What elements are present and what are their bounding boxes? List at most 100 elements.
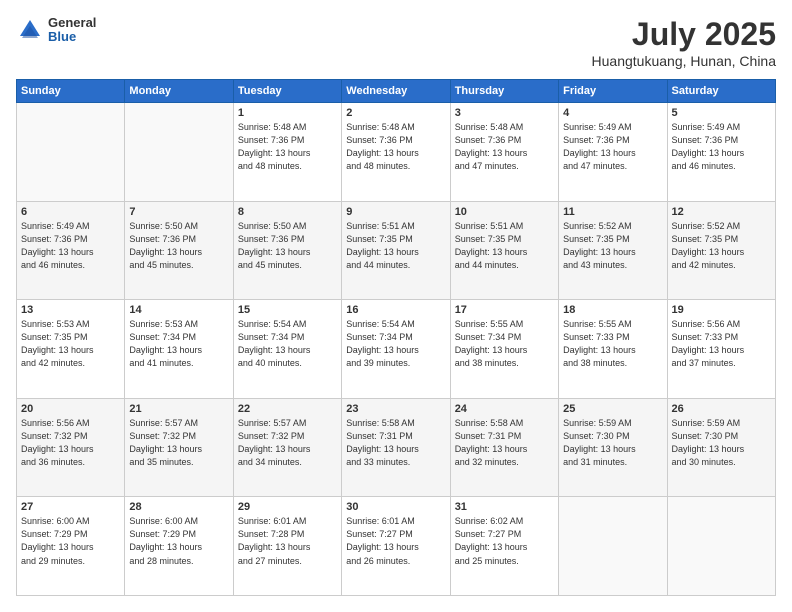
calendar-cell: 30 Sunrise: 6:01 AM Sunset: 7:27 PM Dayli… bbox=[342, 497, 450, 596]
day-info: Sunrise: 6:02 AM Sunset: 7:27 PM Dayligh… bbox=[455, 515, 554, 567]
week-row-4: 27 Sunrise: 6:00 AM Sunset: 7:29 PM Dayli… bbox=[17, 497, 776, 596]
day-info: Sunrise: 5:59 AM Sunset: 7:30 PM Dayligh… bbox=[563, 417, 662, 469]
calendar-table: SundayMondayTuesdayWednesdayThursdayFrid… bbox=[16, 79, 776, 596]
day-number: 31 bbox=[455, 501, 554, 513]
calendar-cell bbox=[559, 497, 667, 596]
day-number: 20 bbox=[21, 403, 120, 415]
day-info: Sunrise: 5:50 AM Sunset: 7:36 PM Dayligh… bbox=[238, 220, 337, 272]
day-info: Sunrise: 5:58 AM Sunset: 7:31 PM Dayligh… bbox=[346, 417, 445, 469]
day-number: 26 bbox=[672, 403, 771, 415]
calendar-cell bbox=[125, 103, 233, 202]
day-info: Sunrise: 5:49 AM Sunset: 7:36 PM Dayligh… bbox=[563, 121, 662, 173]
day-number: 12 bbox=[672, 206, 771, 218]
day-info: Sunrise: 5:50 AM Sunset: 7:36 PM Dayligh… bbox=[129, 220, 228, 272]
day-info: Sunrise: 5:48 AM Sunset: 7:36 PM Dayligh… bbox=[455, 121, 554, 173]
day-info: Sunrise: 5:56 AM Sunset: 7:32 PM Dayligh… bbox=[21, 417, 120, 469]
week-row-0: 1 Sunrise: 5:48 AM Sunset: 7:36 PM Daylig… bbox=[17, 103, 776, 202]
day-number: 3 bbox=[455, 107, 554, 119]
calendar-cell: 20 Sunrise: 5:56 AM Sunset: 7:32 PM Dayli… bbox=[17, 398, 125, 497]
day-number: 6 bbox=[21, 206, 120, 218]
day-info: Sunrise: 5:49 AM Sunset: 7:36 PM Dayligh… bbox=[21, 220, 120, 272]
day-number: 19 bbox=[672, 304, 771, 316]
day-info: Sunrise: 5:48 AM Sunset: 7:36 PM Dayligh… bbox=[346, 121, 445, 173]
calendar-cell: 6 Sunrise: 5:49 AM Sunset: 7:36 PM Daylig… bbox=[17, 201, 125, 300]
day-info: Sunrise: 6:00 AM Sunset: 7:29 PM Dayligh… bbox=[21, 515, 120, 567]
day-info: Sunrise: 5:55 AM Sunset: 7:33 PM Dayligh… bbox=[563, 318, 662, 370]
day-number: 21 bbox=[129, 403, 228, 415]
calendar-cell: 21 Sunrise: 5:57 AM Sunset: 7:32 PM Dayli… bbox=[125, 398, 233, 497]
calendar-cell: 17 Sunrise: 5:55 AM Sunset: 7:34 PM Dayli… bbox=[450, 300, 558, 399]
week-row-3: 20 Sunrise: 5:56 AM Sunset: 7:32 PM Dayli… bbox=[17, 398, 776, 497]
day-info: Sunrise: 5:56 AM Sunset: 7:33 PM Dayligh… bbox=[672, 318, 771, 370]
location-title: Huangtukuang, Hunan, China bbox=[592, 53, 776, 69]
calendar-header: SundayMondayTuesdayWednesdayThursdayFrid… bbox=[17, 80, 776, 103]
calendar-cell: 23 Sunrise: 5:58 AM Sunset: 7:31 PM Dayli… bbox=[342, 398, 450, 497]
month-title: July 2025 bbox=[592, 16, 776, 53]
calendar-cell: 26Sunrise: 5:59 AM Sunset: 7:30 PM Dayli… bbox=[667, 398, 775, 497]
day-info: Sunrise: 5:53 AM Sunset: 7:35 PM Dayligh… bbox=[21, 318, 120, 370]
calendar-cell bbox=[17, 103, 125, 202]
day-info: Sunrise: 6:01 AM Sunset: 7:28 PM Dayligh… bbox=[238, 515, 337, 567]
weekday-thursday: Thursday bbox=[450, 80, 558, 103]
day-number: 13 bbox=[21, 304, 120, 316]
day-number: 29 bbox=[238, 501, 337, 513]
day-number: 7 bbox=[129, 206, 228, 218]
calendar-cell: 1 Sunrise: 5:48 AM Sunset: 7:36 PM Daylig… bbox=[233, 103, 341, 202]
calendar-cell: 2Sunrise: 5:48 AM Sunset: 7:36 PM Daylig… bbox=[342, 103, 450, 202]
page: General Blue July 2025 Huangtukuang, Hun… bbox=[0, 0, 792, 612]
title-block: July 2025 Huangtukuang, Hunan, China bbox=[592, 16, 776, 69]
day-number: 16 bbox=[346, 304, 445, 316]
logo-general: General bbox=[48, 16, 96, 30]
weekday-tuesday: Tuesday bbox=[233, 80, 341, 103]
calendar-cell: 13 Sunrise: 5:53 AM Sunset: 7:35 PM Dayli… bbox=[17, 300, 125, 399]
calendar-cell: 31 Sunrise: 6:02 AM Sunset: 7:27 PM Dayli… bbox=[450, 497, 558, 596]
day-info: Sunrise: 6:00 AM Sunset: 7:29 PM Dayligh… bbox=[129, 515, 228, 567]
calendar-cell: 7 Sunrise: 5:50 AM Sunset: 7:36 PM Daylig… bbox=[125, 201, 233, 300]
day-number: 18 bbox=[563, 304, 662, 316]
calendar-cell: 5Sunrise: 5:49 AM Sunset: 7:36 PM Daylig… bbox=[667, 103, 775, 202]
day-info: Sunrise: 5:54 AM Sunset: 7:34 PM Dayligh… bbox=[238, 318, 337, 370]
day-number: 14 bbox=[129, 304, 228, 316]
day-info: Sunrise: 5:52 AM Sunset: 7:35 PM Dayligh… bbox=[672, 220, 771, 272]
day-number: 17 bbox=[455, 304, 554, 316]
calendar-cell bbox=[667, 497, 775, 596]
day-number: 23 bbox=[346, 403, 445, 415]
calendar-cell: 12 Sunrise: 5:52 AM Sunset: 7:35 PM Dayli… bbox=[667, 201, 775, 300]
calendar-cell: 27 Sunrise: 6:00 AM Sunset: 7:29 PM Dayli… bbox=[17, 497, 125, 596]
weekday-monday: Monday bbox=[125, 80, 233, 103]
logo-icon bbox=[16, 16, 44, 44]
weekday-wednesday: Wednesday bbox=[342, 80, 450, 103]
calendar-cell: 25 Sunrise: 5:59 AM Sunset: 7:30 PM Dayli… bbox=[559, 398, 667, 497]
weekday-header-row: SundayMondayTuesdayWednesdayThursdayFrid… bbox=[17, 80, 776, 103]
calendar-cell: 22 Sunrise: 5:57 AM Sunset: 7:32 PM Dayli… bbox=[233, 398, 341, 497]
day-info: Sunrise: 5:54 AM Sunset: 7:34 PM Dayligh… bbox=[346, 318, 445, 370]
calendar-cell: 28Sunrise: 6:00 AM Sunset: 7:29 PM Dayli… bbox=[125, 497, 233, 596]
weekday-sunday: Sunday bbox=[17, 80, 125, 103]
day-info: Sunrise: 5:48 AM Sunset: 7:36 PM Dayligh… bbox=[238, 121, 337, 173]
weekday-saturday: Saturday bbox=[667, 80, 775, 103]
day-number: 5 bbox=[672, 107, 771, 119]
day-info: Sunrise: 5:57 AM Sunset: 7:32 PM Dayligh… bbox=[238, 417, 337, 469]
week-row-1: 6 Sunrise: 5:49 AM Sunset: 7:36 PM Daylig… bbox=[17, 201, 776, 300]
logo: General Blue bbox=[16, 16, 96, 45]
day-number: 22 bbox=[238, 403, 337, 415]
calendar-cell: 18 Sunrise: 5:55 AM Sunset: 7:33 PM Dayli… bbox=[559, 300, 667, 399]
calendar-cell: 24Sunrise: 5:58 AM Sunset: 7:31 PM Dayli… bbox=[450, 398, 558, 497]
day-info: Sunrise: 5:57 AM Sunset: 7:32 PM Dayligh… bbox=[129, 417, 228, 469]
calendar-cell: 16 Sunrise: 5:54 AM Sunset: 7:34 PM Dayli… bbox=[342, 300, 450, 399]
day-number: 1 bbox=[238, 107, 337, 119]
day-info: Sunrise: 5:58 AM Sunset: 7:31 PM Dayligh… bbox=[455, 417, 554, 469]
day-number: 25 bbox=[563, 403, 662, 415]
day-number: 9 bbox=[346, 206, 445, 218]
day-number: 15 bbox=[238, 304, 337, 316]
day-info: Sunrise: 5:51 AM Sunset: 7:35 PM Dayligh… bbox=[346, 220, 445, 272]
day-info: Sunrise: 5:55 AM Sunset: 7:34 PM Dayligh… bbox=[455, 318, 554, 370]
day-number: 10 bbox=[455, 206, 554, 218]
day-number: 27 bbox=[21, 501, 120, 513]
day-info: Sunrise: 5:53 AM Sunset: 7:34 PM Dayligh… bbox=[129, 318, 228, 370]
day-number: 4 bbox=[563, 107, 662, 119]
day-number: 8 bbox=[238, 206, 337, 218]
calendar-cell: 15 Sunrise: 5:54 AM Sunset: 7:34 PM Dayli… bbox=[233, 300, 341, 399]
day-number: 30 bbox=[346, 501, 445, 513]
day-info: Sunrise: 6:01 AM Sunset: 7:27 PM Dayligh… bbox=[346, 515, 445, 567]
